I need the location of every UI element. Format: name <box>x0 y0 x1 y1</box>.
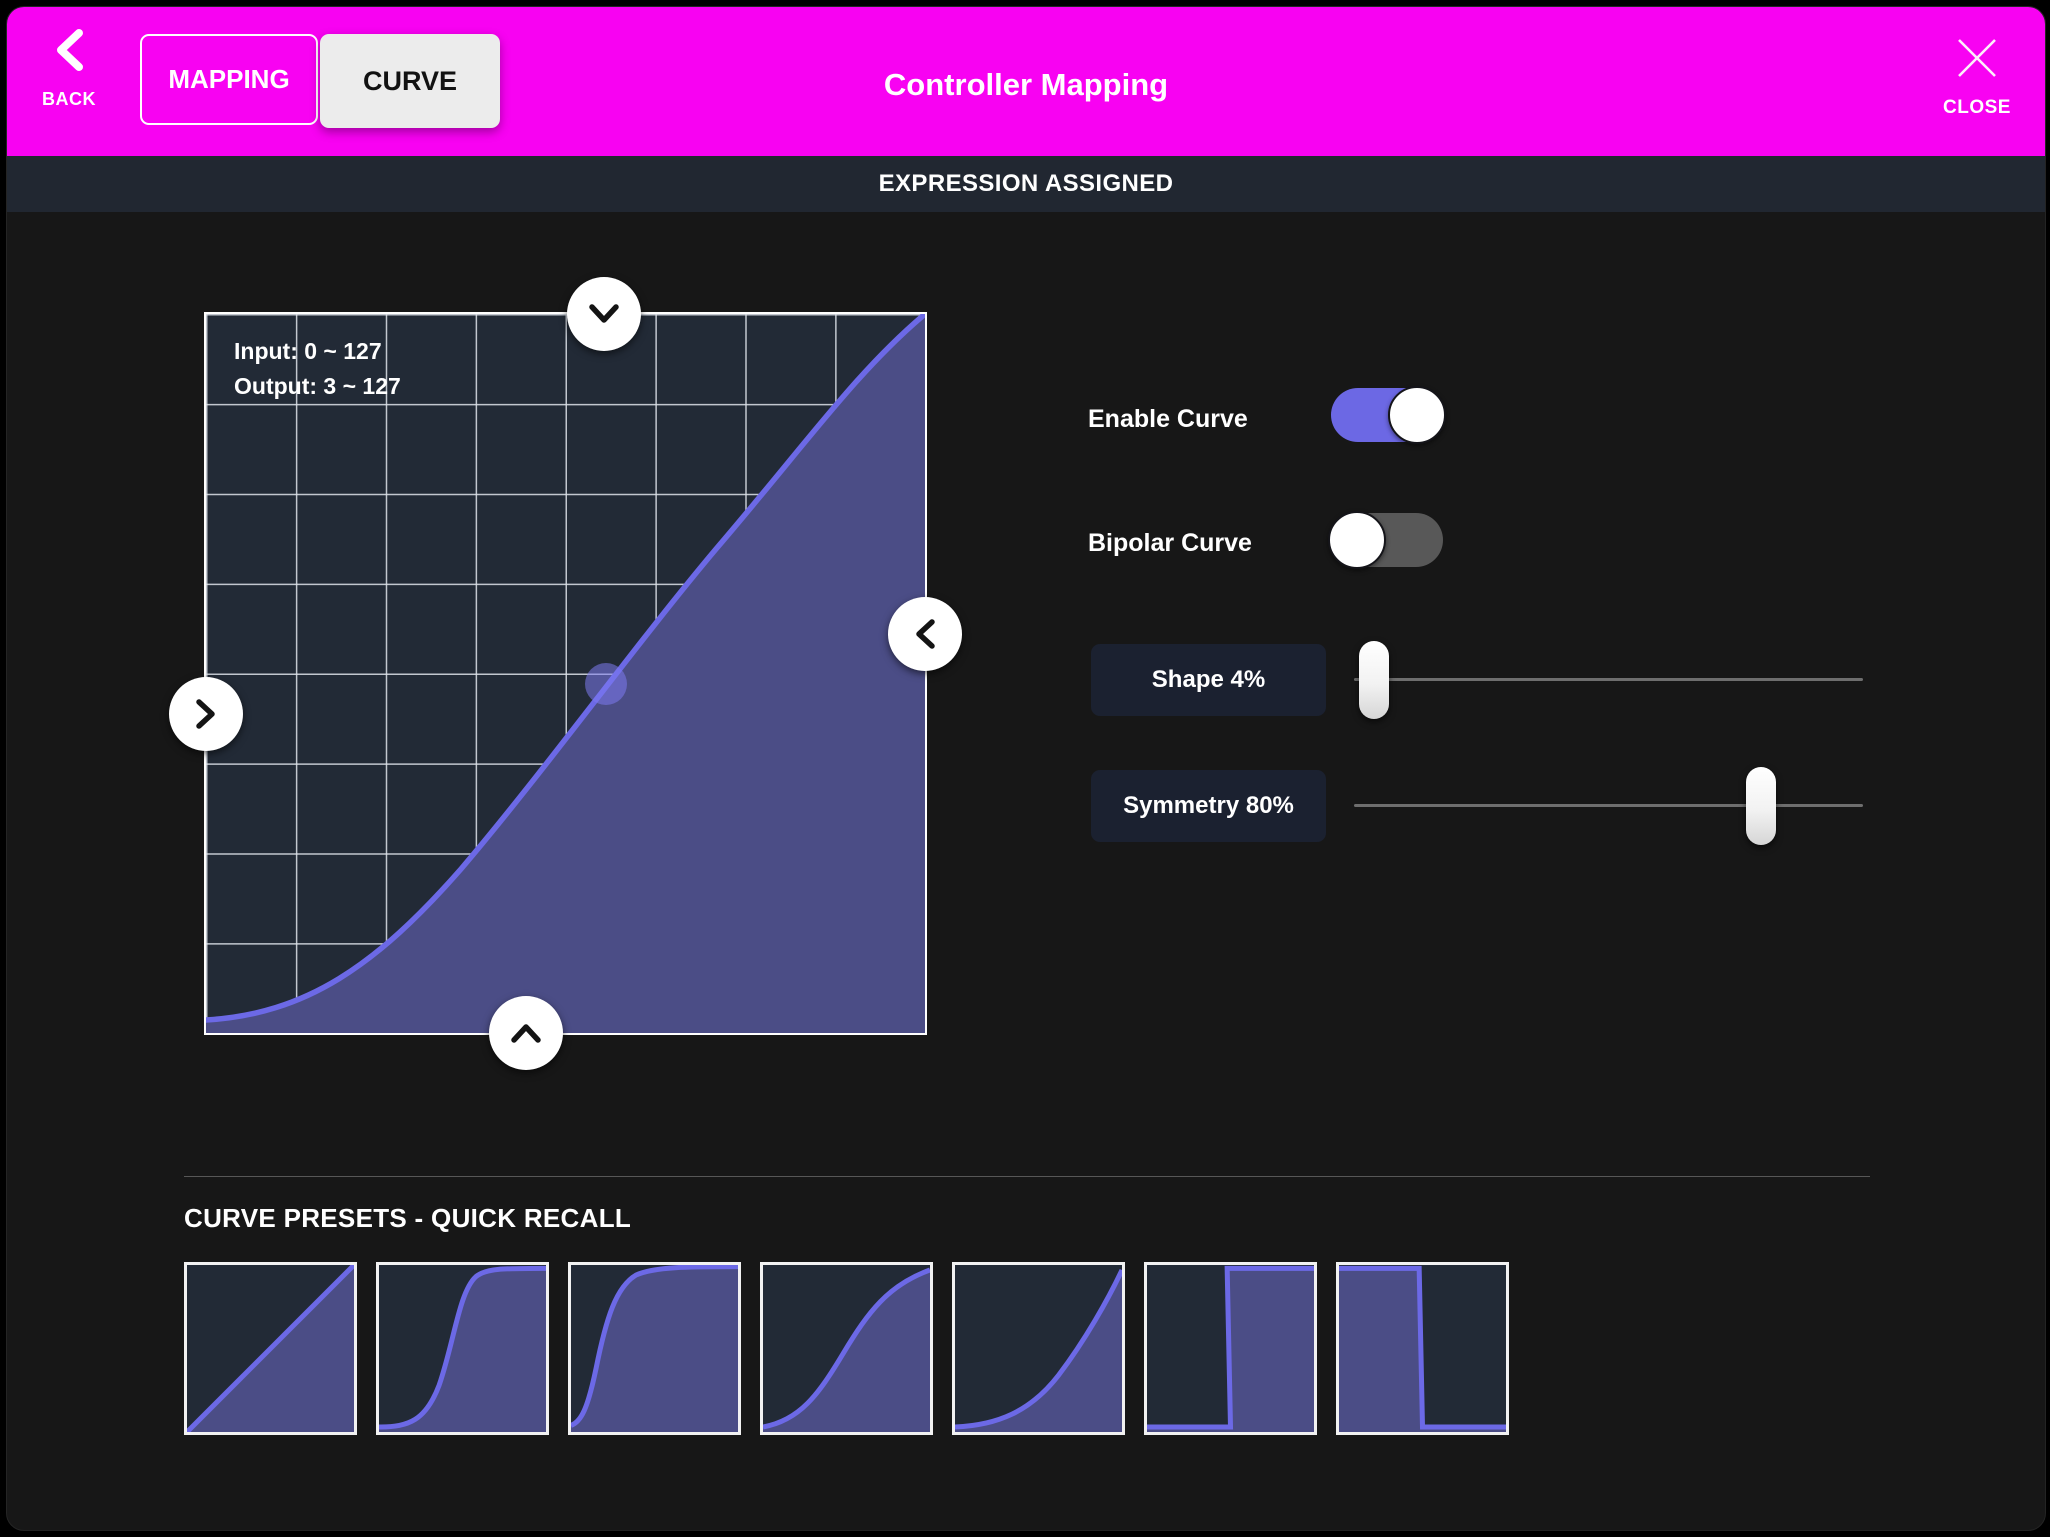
controller-mapping-modal: BACK MAPPING CURVE Controller Mapping CL… <box>6 6 2046 1531</box>
nudge-output-max-button[interactable] <box>567 277 641 351</box>
preset-sigmoid-early-thumbnail <box>571 1265 738 1432</box>
back-label: BACK <box>29 89 109 110</box>
curve-control-point[interactable] <box>585 663 627 705</box>
bipolar-curve-toggle[interactable] <box>1331 513 1443 567</box>
preset-step-down-thumbnail <box>1339 1265 1506 1432</box>
curve-editor-grid: Input: 0 ~ 127 Output: 3 ~ 127 <box>204 312 927 1035</box>
enable-curve-label: Enable Curve <box>1088 405 1248 434</box>
preset-step-up-thumbnail <box>1147 1265 1314 1432</box>
preset-exponential-thumbnail <box>955 1265 1122 1432</box>
nudge-input-min-button[interactable] <box>169 677 243 751</box>
preset-exponential[interactable] <box>952 1262 1125 1435</box>
tab-mapping[interactable]: MAPPING <box>140 34 318 125</box>
chevron-left-icon <box>914 617 936 651</box>
preset-linear[interactable] <box>184 1262 357 1435</box>
symmetry-slider-track[interactable] <box>1354 804 1863 807</box>
curve-plot <box>206 314 925 1033</box>
toggle-knob <box>1328 511 1386 569</box>
chevron-right-icon <box>195 697 217 731</box>
header: BACK MAPPING CURVE Controller Mapping CL… <box>7 7 2045 156</box>
curve-fill <box>206 314 925 1033</box>
output-range-label: Output: 3 ~ 127 <box>234 369 401 404</box>
nudge-output-min-button[interactable] <box>489 996 563 1070</box>
chevron-left-icon <box>49 27 89 73</box>
shape-slider-thumb[interactable] <box>1359 641 1389 719</box>
shape-value-label: Shape 4% <box>1152 666 1265 694</box>
back-button[interactable]: BACK <box>29 27 109 110</box>
status-text: EXPRESSION ASSIGNED <box>879 170 1174 198</box>
preset-sigmoid-late-thumbnail <box>379 1265 546 1432</box>
preset-ease-in-out[interactable] <box>760 1262 933 1435</box>
status-bar: EXPRESSION ASSIGNED <box>7 156 2045 212</box>
close-label: CLOSE <box>1929 97 2025 119</box>
tab-curve-label: CURVE <box>363 66 457 97</box>
shape-value-box: Shape 4% <box>1091 644 1326 716</box>
section-divider <box>184 1176 1870 1177</box>
bipolar-curve-label: Bipolar Curve <box>1088 529 1252 558</box>
input-range-label: Input: 0 ~ 127 <box>234 334 401 369</box>
chevron-down-icon <box>587 303 621 325</box>
close-button[interactable]: CLOSE <box>1929 33 2025 119</box>
preset-step-down[interactable] <box>1336 1262 1509 1435</box>
symmetry-value-label: Symmetry 80% <box>1123 792 1294 820</box>
nudge-input-max-button[interactable] <box>888 597 962 671</box>
symmetry-value-box: Symmetry 80% <box>1091 770 1326 842</box>
x-icon <box>1952 33 2002 83</box>
preset-step-up[interactable] <box>1144 1262 1317 1435</box>
tab-curve[interactable]: CURVE <box>320 34 500 128</box>
symmetry-slider-thumb[interactable] <box>1746 767 1776 845</box>
presets-title: CURVE PRESETS - QUICK RECALL <box>184 1203 631 1234</box>
enable-curve-toggle[interactable] <box>1331 388 1443 442</box>
chevron-up-icon <box>509 1022 543 1044</box>
preset-sigmoid-early[interactable] <box>568 1262 741 1435</box>
tab-mapping-label: MAPPING <box>168 64 289 95</box>
preset-linear-thumbnail <box>187 1265 354 1432</box>
shape-slider-track[interactable] <box>1354 678 1863 681</box>
toggle-knob <box>1388 386 1446 444</box>
preset-ease-in-out-thumbnail <box>763 1265 930 1432</box>
range-readout: Input: 0 ~ 127 Output: 3 ~ 127 <box>234 334 401 404</box>
preset-sigmoid-late[interactable] <box>376 1262 549 1435</box>
